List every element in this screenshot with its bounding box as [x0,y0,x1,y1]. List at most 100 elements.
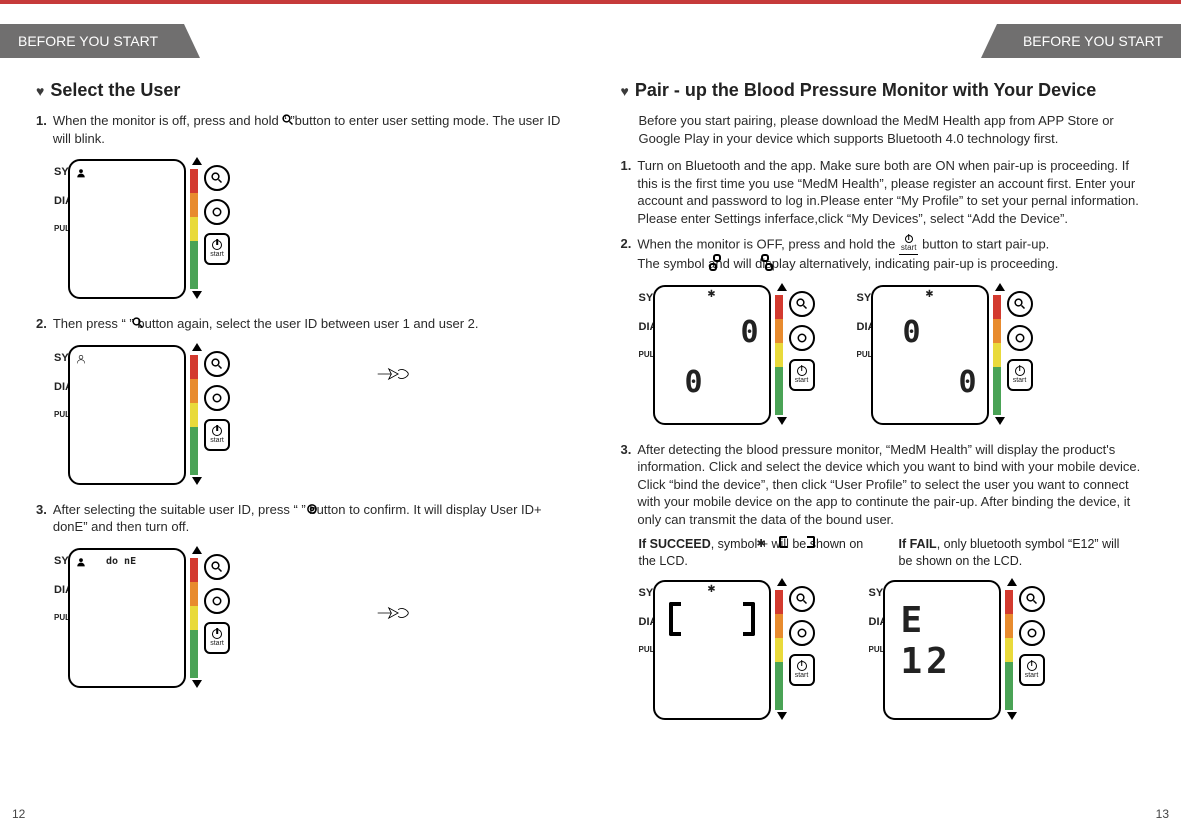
device-buttons: start [1019,586,1045,686]
risk-color-bar [1005,590,1013,710]
heading-text: Pair - up the Blood Pressure Monitor wit… [635,80,1096,101]
page-left: ♥ Select the User 1. When the monitor is… [0,80,591,790]
step-number: 2. [36,315,47,333]
step-1: 1. When the monitor is off, press and ho… [36,112,561,147]
bluetooth-icon: ✱ [925,289,933,300]
page-number-right: 13 [1156,807,1169,821]
bluetooth-icon: ✱ [757,537,766,552]
memory-button [204,385,230,411]
step-3: 3. After selecting the suitable user ID,… [36,501,561,536]
memory-button [1019,620,1045,646]
magnifier-icon [131,316,145,330]
step-number: 1. [621,157,632,227]
lcd-screen [68,159,186,299]
magnifier-button [204,351,230,377]
device-buttons: start [204,554,230,654]
digit-zero: 0 [685,365,703,400]
step-number: 3. [36,501,47,536]
start-button: start [789,654,815,686]
device-buttons: start [204,165,230,265]
step-2: 2. Then press “ ” button again, select t… [36,315,561,333]
step-text: Then press “ ” button again, select the … [53,315,561,333]
lcd-screen: E 12 [883,580,1001,720]
step-2: 2. When the monitor is OFF, press and ho… [621,235,1146,272]
magnifier-button [1019,586,1045,612]
lcd-screen: do nE [68,548,186,688]
start-button-inline: start [899,235,919,255]
device-buttons: start [204,351,230,451]
device-illustration-1: SYS DIA PULSE start [54,155,561,303]
lcd-screen: ✱ 0 0 [653,285,771,425]
top-accent-bar [0,0,1181,4]
succeed-text: If SUCCEED, symbol + will be shown on th… [639,536,869,570]
power-icon [212,426,222,436]
risk-color-bar [993,295,1001,415]
hand-pointer-icon [376,365,410,383]
memory-button [204,199,230,225]
bp-monitor: SYSDIAPULSE do nE start [54,544,254,692]
manual-spread: BEFORE YOU START BEFORE YOU START ♥ Sele… [0,0,1181,827]
device-illustration-3: SYSDIAPULSE do nE start [54,544,561,692]
step-number: 1. [36,112,47,147]
bracket-icon [743,602,755,641]
power-icon [1027,661,1037,671]
bp-monitor: SYS DIA PULSE start [54,155,254,303]
memory-button [789,325,815,351]
section-tab-left: BEFORE YOU START [0,24,200,58]
bluetooth-icon: ✱ [707,289,715,300]
heart-icon: ♥ [36,80,44,102]
result-descriptions: If SUCCEED, symbol + will be shown on th… [639,536,1146,570]
device-illustration-pairing: SYSDIAPULSE ✱ 0 0 start [639,281,1146,429]
start-button: start [1007,359,1033,391]
bp-monitor-b: SYSDIAPULSE ✱ 0 0 start [857,281,1057,429]
magnifier-button [204,554,230,580]
arrow-up-icon [1007,578,1017,586]
heart-icon: ♥ [621,80,629,102]
magnifier-button [789,586,815,612]
arrow-down-icon [777,417,787,425]
device-buttons: start [789,586,815,686]
start-button: start [1019,654,1045,686]
power-icon [212,240,222,250]
step-text: After detecting the blood pressure monit… [637,441,1145,529]
bracket-icon [779,536,787,553]
start-button: start [204,419,230,451]
risk-color-bar [190,558,198,678]
arrow-up-icon [777,283,787,291]
start-button: start [789,359,815,391]
magnifier-icon [281,113,295,127]
heading-text: Select the User [50,80,180,101]
pair-symbol-b-icon [761,254,773,271]
magnifier-button [1007,291,1033,317]
arrow-up-icon [192,157,202,165]
arrow-down-icon [192,680,202,688]
risk-color-bar [190,355,198,475]
section-tab-right: BEFORE YOU START [981,24,1181,58]
page-number-left: 12 [12,807,25,821]
bp-monitor-a: SYSDIAPULSE ✱ 0 0 start [639,281,839,429]
risk-color-bar [775,295,783,415]
memory-button [1007,325,1033,351]
memory-icon [305,502,319,516]
arrow-down-icon [192,291,202,299]
digit-zero: 0 [903,315,921,350]
arrow-down-icon [995,417,1005,425]
lcd-screen [68,345,186,485]
power-icon [905,235,913,243]
digit-zero: 0 [958,365,976,400]
bp-monitor-succeed: SYSDIAPULSE ✱ start [639,576,839,724]
lcd-screen: ✱ 0 0 [871,285,989,425]
risk-color-bar [190,169,198,289]
step-text: When the monitor is OFF, press and hold … [637,235,1145,272]
arrow-up-icon [192,343,202,351]
error-code: E 12 [901,600,999,682]
section-heading: ♥ Select the User [36,80,561,102]
arrow-down-icon [777,712,787,720]
step-3: 3. After detecting the blood pressure mo… [621,441,1146,529]
power-icon [1015,366,1025,376]
step-text: After selecting the suitable user ID, pr… [53,501,561,536]
memory-button [204,588,230,614]
power-icon [212,629,222,639]
page-right: ♥ Pair - up the Blood Pressure Monitor w… [591,80,1181,790]
magnifier-button [789,291,815,317]
